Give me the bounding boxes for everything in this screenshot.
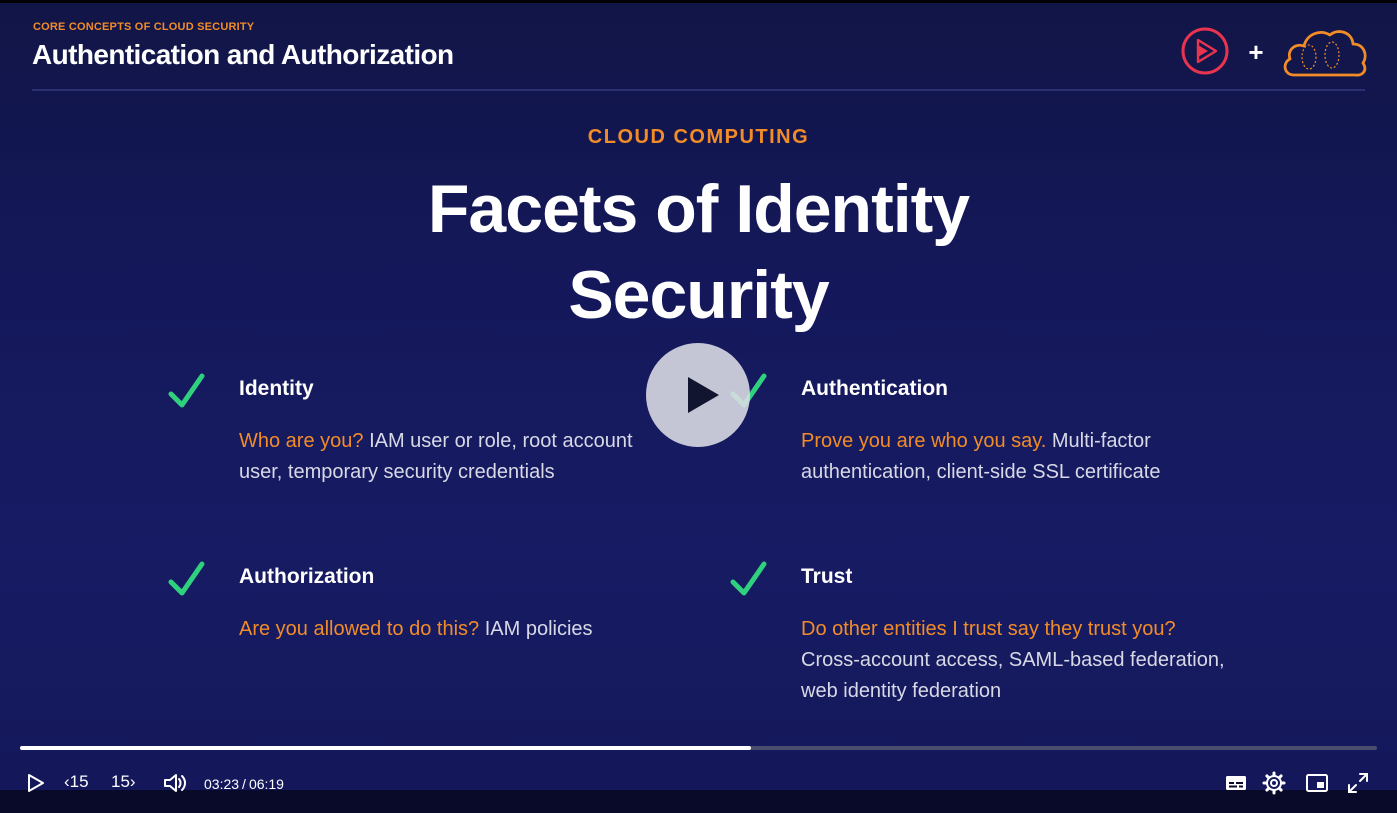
control-bar: ‹15 15› 03:23/06:19 (0, 756, 1397, 813)
facet-title: Authorization (239, 565, 375, 588)
progress-bar[interactable] (20, 746, 1377, 750)
cloud-guru-logo-icon (1283, 30, 1367, 77)
gear-icon (1262, 771, 1286, 795)
facet-question: Do other entities I trust say they trust… (801, 618, 1176, 640)
check-icon (730, 561, 767, 596)
volume-button[interactable] (162, 771, 188, 795)
progress-fill (20, 746, 752, 750)
captions-icon (1226, 776, 1246, 790)
course-subtitle: CORE CONCEPTS OF CLOUD SECURITY (33, 21, 255, 33)
captions-button[interactable] (1224, 771, 1248, 795)
play-icon (688, 377, 719, 413)
fullscreen-button[interactable] (1346, 771, 1370, 795)
facet-detail: Cross-account access, SAML-based federat… (801, 649, 1225, 702)
volume-icon (164, 774, 186, 792)
play-icon (28, 774, 44, 792)
pluralsight-logo-icon (1181, 27, 1229, 75)
settings-button[interactable] (1262, 771, 1286, 795)
facet-detail: IAM policies (479, 618, 593, 640)
chevron-right-icon: › (129, 772, 136, 791)
facet-question: Prove you are who you say. (801, 430, 1047, 452)
skip-back-label: 15 (69, 772, 89, 791)
slide-headline: Facets of Identity Security (0, 166, 1397, 338)
facet-title: Authentication (801, 377, 948, 400)
check-icon (168, 373, 205, 408)
facet-title: Identity (239, 377, 314, 400)
fullscreen-icon (1348, 773, 1368, 793)
skip-forward-button[interactable]: 15› (111, 772, 136, 792)
time-separator: / (242, 776, 246, 792)
logo-plus: + (1248, 37, 1264, 67)
check-icon (168, 561, 205, 596)
slide: CORE CONCEPTS OF CLOUD SECURITY Authenti… (0, 0, 1397, 790)
picture-in-picture-button[interactable] (1305, 771, 1329, 795)
duration: 06:19 (248, 776, 284, 792)
skip-back-button[interactable]: ‹15 (64, 772, 89, 792)
headline-line-2: Security (568, 257, 829, 333)
facet-description: Are you allowed to do this? IAM policies (239, 614, 669, 645)
facet-description: Do other entities I trust say they trust… (801, 614, 1231, 707)
facet-description: Prove you are who you say. Multi-factor … (801, 426, 1231, 488)
skip-forward-label: 15 (111, 772, 130, 791)
play-button[interactable] (26, 771, 46, 795)
video-player[interactable]: CORE CONCEPTS OF CLOUD SECURITY Authenti… (0, 0, 1397, 813)
top-border (0, 0, 1397, 3)
center-play-button[interactable] (646, 343, 750, 447)
facet-title: Trust (801, 565, 853, 588)
slide-eyebrow: CLOUD COMPUTING (587, 126, 810, 148)
picture-in-picture-icon (1306, 774, 1328, 792)
course-title: Authentication and Authorization (32, 39, 454, 70)
time-display: 03:23/06:19 (204, 776, 284, 792)
facet-description: Who are you? IAM user or role, root acco… (239, 426, 669, 488)
current-time: 03:23 (204, 776, 240, 792)
header-divider (32, 89, 1365, 91)
facet-question: Who are you? (239, 430, 364, 452)
headline-line-1: Facets of Identity (427, 171, 970, 247)
facet-question: Are you allowed to do this? (239, 618, 480, 640)
